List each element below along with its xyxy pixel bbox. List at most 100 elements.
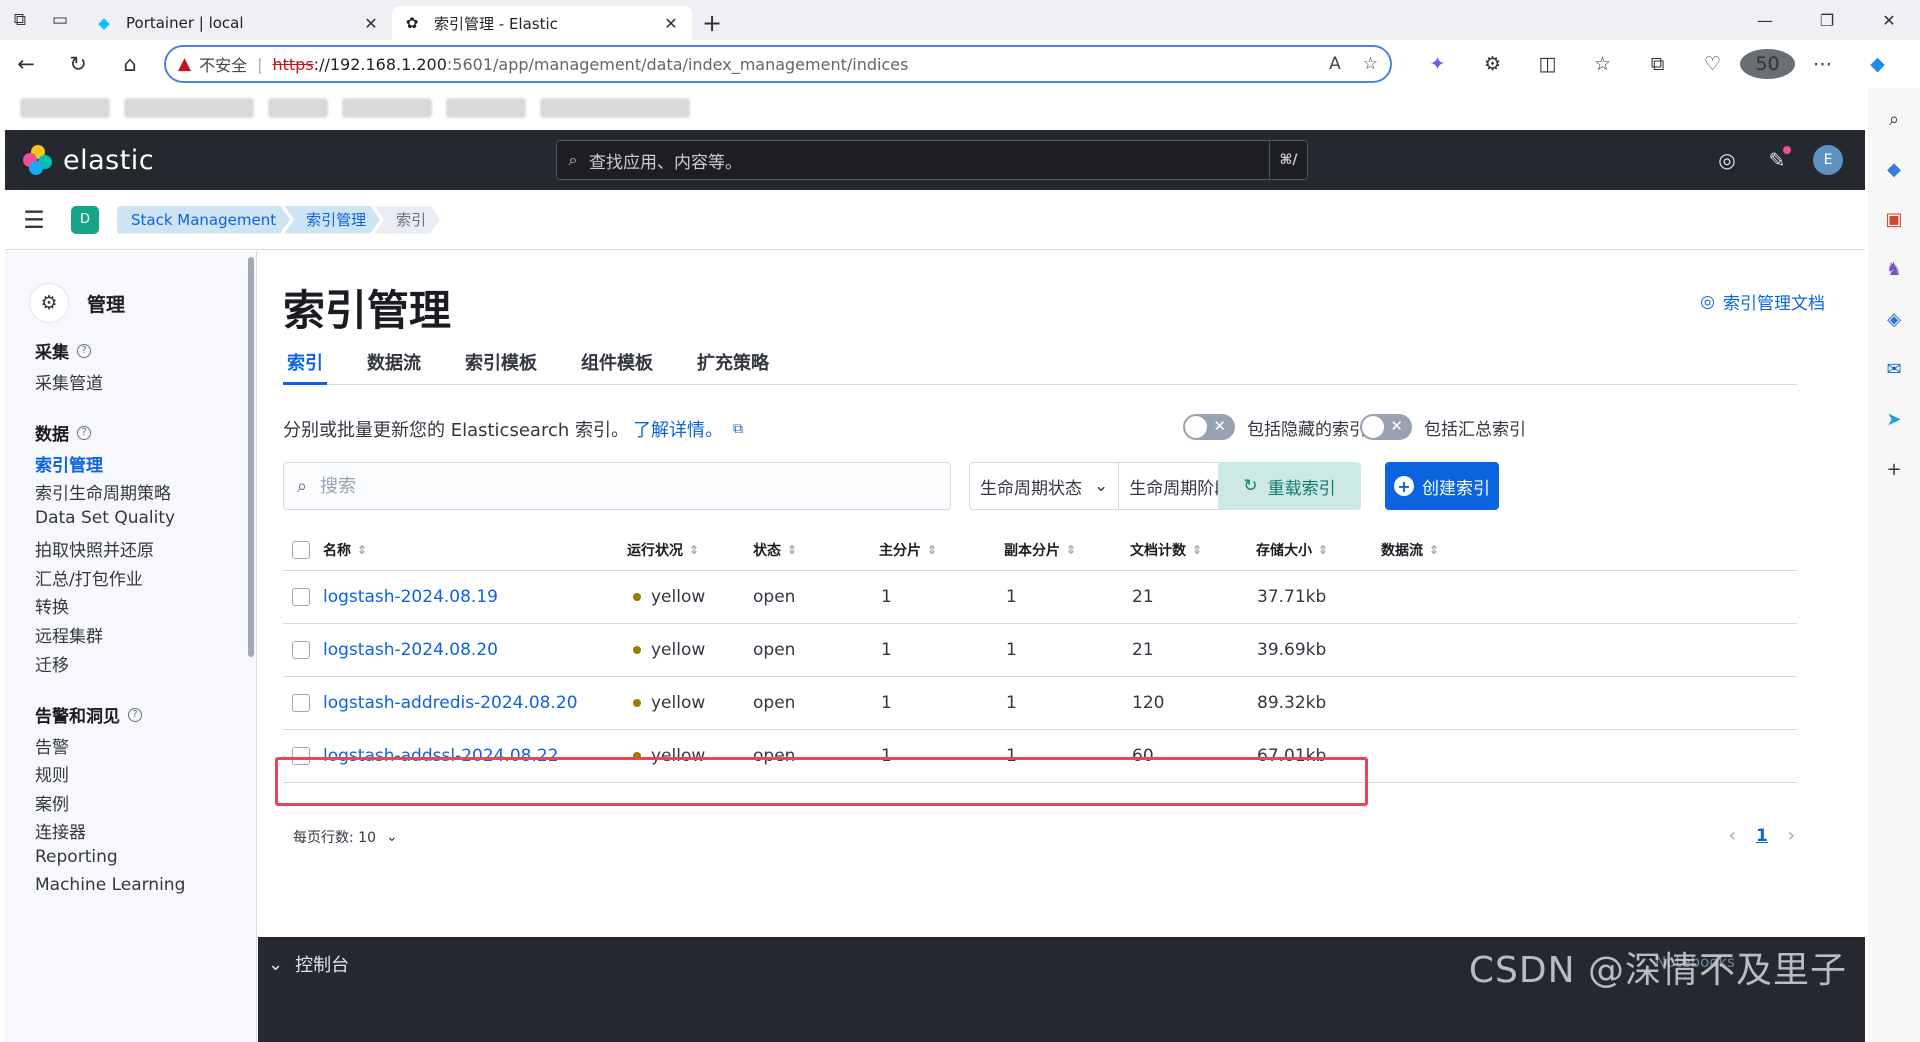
bookmark-blurred[interactable] <box>268 98 328 118</box>
prev-page-icon[interactable]: ‹ <box>1729 825 1736 846</box>
create-index-button[interactable]: + 创建索引 <box>1385 462 1499 510</box>
browser-essentials-icon[interactable]: ♡ <box>1685 49 1740 79</box>
restore-icon[interactable]: ❐ <box>1796 0 1858 40</box>
nav-item-index-management[interactable]: 索引管理 <box>35 451 103 476</box>
help-icon[interactable]: ? <box>77 425 91 440</box>
help-lifebuoy-icon[interactable]: ◎ <box>1713 146 1741 174</box>
copilot-icon[interactable]: ✦ <box>1410 49 1465 79</box>
workspaces-icon[interactable]: ⧉ <box>0 0 40 40</box>
breadcrumb-stack-management[interactable]: Stack Management <box>117 206 290 234</box>
col-health[interactable]: 运行状况 ⇕ <box>627 529 699 570</box>
row-checkbox[interactable] <box>292 641 310 659</box>
edge-copilot-icon[interactable]: ◆ <box>1850 49 1905 79</box>
profile-avatar[interactable]: 50 <box>1740 49 1795 79</box>
rows-per-page-select[interactable]: 每页行数: 10 ⌄ <box>293 827 398 847</box>
filter-lifecycle-status[interactable]: 生命周期状态 ⌄ <box>970 463 1118 509</box>
select-all-checkbox[interactable] <box>292 540 310 559</box>
console-toggle[interactable]: ⌄ 控制台 <box>268 951 349 977</box>
sidenav-scrollbar[interactable] <box>248 257 254 657</box>
bookmark-blurred[interactable] <box>540 98 690 118</box>
toggle-rollup-indices[interactable]: ✕ 包括汇总索引 <box>1360 414 1526 440</box>
col-storage-size[interactable]: 存储大小 ⇕ <box>1256 529 1328 570</box>
vertical-tabs-icon[interactable]: ▭ <box>40 0 80 40</box>
elastic-logo[interactable]: elastic <box>23 145 154 176</box>
collections-icon[interactable]: ⧉ <box>1630 49 1685 79</box>
nav-item-reporting[interactable]: Reporting <box>35 847 118 867</box>
tab-indices[interactable]: 索引 <box>283 347 327 385</box>
more-options-icon[interactable]: ⋯ <box>1795 49 1850 79</box>
minimize-icon[interactable]: — <box>1734 0 1796 40</box>
col-docs-count[interactable]: 文档计数 ⇕ <box>1130 529 1202 570</box>
close-tab-icon[interactable]: ✕ <box>360 14 382 33</box>
new-tab-button[interactable]: + <box>692 6 732 40</box>
help-icon[interactable]: ? <box>77 343 91 358</box>
nav-item-connectors[interactable]: 连接器 <box>35 818 86 843</box>
tab-index-templates[interactable]: 索引模板 <box>461 347 541 385</box>
learn-more-link[interactable]: 了解详情。 <box>633 416 723 442</box>
space-avatar[interactable]: D <box>71 205 99 234</box>
favorite-star-icon[interactable]: ☆ <box>1363 54 1378 74</box>
row-checkbox[interactable] <box>292 588 310 606</box>
nav-item-rules[interactable]: 规则 <box>35 761 69 786</box>
refresh-icon[interactable]: ↻ <box>52 44 104 84</box>
nav-item-ilm-policies[interactable]: 索引生命周期策略 <box>35 479 171 504</box>
read-aloud-icon[interactable]: A <box>1329 54 1341 74</box>
send-icon[interactable]: ➤ <box>1877 402 1911 436</box>
user-avatar[interactable]: E <box>1813 145 1843 175</box>
col-replicas[interactable]: 副本分片 ⇕ <box>1004 529 1076 570</box>
microsoft365-icon[interactable]: ◈ <box>1877 302 1911 336</box>
favorites-icon[interactable]: ☆ <box>1575 49 1630 79</box>
nav-item-ingest-pipelines[interactable]: 采集管道 <box>35 369 103 394</box>
back-icon[interactable]: ← <box>0 44 52 84</box>
page-number[interactable]: 1 <box>1756 826 1768 846</box>
nav-item-cases[interactable]: 案例 <box>35 790 69 815</box>
tools-icon[interactable]: ▣ <box>1877 202 1911 236</box>
split-screen-icon[interactable]: ◫ <box>1520 49 1575 79</box>
next-page-icon[interactable]: › <box>1788 825 1795 846</box>
outlook-icon[interactable]: ✉ <box>1877 352 1911 386</box>
col-data-stream[interactable]: 数据流 ⇕ <box>1381 529 1439 570</box>
index-search-input[interactable] <box>320 475 920 497</box>
global-search-input[interactable]: ⌕ 查找应用、内容等。 ⌘/ <box>556 140 1308 180</box>
nav-item-alerts[interactable]: 告警 <box>35 733 69 758</box>
rollup-indices-switch[interactable]: ✕ <box>1360 414 1412 440</box>
nav-item-rollup-jobs[interactable]: 汇总/打包作业 <box>35 565 143 590</box>
browser-tab-portainer[interactable]: ◆ Portainer | local ✕ <box>84 6 392 40</box>
address-bar[interactable]: ▲ 不安全 | https ://192.168.1.200 :5601/app… <box>164 45 1392 83</box>
close-tab-icon[interactable]: ✕ <box>660 14 682 33</box>
index-name-link[interactable]: logstash-addredis-2024.08.20 <box>323 677 578 729</box>
toggle-hidden-indices[interactable]: ✕ 包括隐藏的索引 <box>1183 414 1366 440</box>
add-icon[interactable]: + <box>1877 452 1911 486</box>
nav-item-data-set-quality[interactable]: Data Set Quality <box>35 508 175 528</box>
hidden-indices-switch[interactable]: ✕ <box>1183 414 1235 440</box>
reload-indices-button[interactable]: ↻ 重载索引 <box>1218 462 1361 510</box>
nav-item-migrate[interactable]: 迁移 <box>35 651 69 676</box>
bookmark-blurred[interactable] <box>342 98 432 118</box>
bookmark-blurred[interactable] <box>124 98 254 118</box>
extensions-icon[interactable]: ⚙ <box>1465 49 1520 79</box>
col-name[interactable]: 名称 ⇕ <box>323 529 367 570</box>
nav-item-machine-learning[interactable]: Machine Learning <box>35 875 185 895</box>
row-checkbox[interactable] <box>292 694 310 712</box>
docs-link[interactable]: ◎ 索引管理文档 <box>1700 289 1825 315</box>
hamburger-menu-icon[interactable]: ☰ <box>5 206 63 234</box>
browser-tab-elastic[interactable]: ✿ 索引管理 - Elastic ✕ <box>392 6 692 40</box>
tab-enrich-policies[interactable]: 扩充策略 <box>693 347 773 385</box>
tab-component-templates[interactable]: 组件模板 <box>577 347 657 385</box>
bookmark-blurred[interactable] <box>20 98 110 118</box>
news-feed-icon[interactable]: ✎ <box>1763 146 1791 174</box>
col-status[interactable]: 状态 ⇕ <box>753 529 797 570</box>
help-icon[interactable]: ? <box>128 707 142 722</box>
tab-data-streams[interactable]: 数据流 <box>363 347 425 385</box>
breadcrumb-index-management[interactable]: 索引管理 <box>284 206 380 234</box>
home-icon[interactable]: ⌂ <box>104 44 156 84</box>
close-window-icon[interactable]: ✕ <box>1858 0 1920 40</box>
search-icon[interactable]: ⌕ <box>1877 102 1911 136</box>
nav-item-transforms[interactable]: 转换 <box>35 593 69 618</box>
bookmark-blurred[interactable] <box>446 98 526 118</box>
nav-item-snapshot-restore[interactable]: 拍取快照并还原 <box>35 536 154 561</box>
index-name-link[interactable]: logstash-2024.08.20 <box>323 624 498 676</box>
col-primaries[interactable]: 主分片 ⇕ <box>879 529 937 570</box>
shopping-tag-icon[interactable]: ◆ <box>1877 152 1911 186</box>
games-icon[interactable]: ♞ <box>1877 252 1911 286</box>
